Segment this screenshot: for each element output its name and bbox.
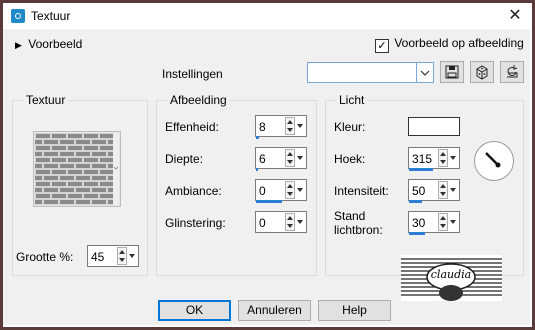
ambiance-level-bar xyxy=(256,200,282,203)
depth-spinner[interactable]: 6 xyxy=(255,147,307,169)
angle-spinner[interactable]: 315 xyxy=(408,147,460,169)
reset-icon xyxy=(507,65,518,78)
up-down-arrows-icon[interactable] xyxy=(285,181,295,199)
floppy-disk-icon xyxy=(445,65,459,79)
chevron-down-icon[interactable] xyxy=(128,247,137,265)
light-position-spinner[interactable]: 30 xyxy=(408,211,460,233)
reset-preset-button[interactable] xyxy=(500,61,524,83)
depth-level-bar xyxy=(256,168,258,171)
window-title: Textuur xyxy=(31,9,71,23)
angle-dial[interactable] xyxy=(474,141,514,181)
texture-thumbnail[interactable] xyxy=(33,131,121,207)
light-group: Licht Kleur: Hoek: 315 Intensiteit: 50 S… xyxy=(325,93,524,276)
intensity-spinner[interactable]: 50 xyxy=(408,179,460,201)
close-icon[interactable]: ✕ xyxy=(504,6,526,26)
angle-value: 315 xyxy=(412,152,433,166)
image-group: Afbeelding Effenheid: 8 Diepte: 6 Ambian… xyxy=(156,93,317,276)
chevron-down-icon xyxy=(416,63,433,82)
preview-toggle[interactable]: ▶ Voorbeeld xyxy=(15,37,82,51)
triangle-right-icon: ▶ xyxy=(15,40,22,50)
help-button[interactable]: Help xyxy=(318,300,391,321)
up-down-arrows-icon[interactable] xyxy=(285,149,295,167)
watermark-logo: claudia xyxy=(401,255,502,301)
chevron-down-icon[interactable] xyxy=(296,213,305,231)
texture-group-title: Textuur xyxy=(23,93,69,107)
title-bar: Textuur ✕ xyxy=(3,3,530,29)
size-spinner[interactable]: 45 xyxy=(87,245,139,267)
settings-label: Instellingen xyxy=(162,67,223,81)
up-down-arrows-icon[interactable] xyxy=(438,149,448,167)
up-down-arrows-icon[interactable] xyxy=(438,181,448,199)
size-label: Grootte %: xyxy=(16,250,74,264)
cancel-button[interactable]: Annuleren xyxy=(238,300,311,321)
chevron-down-icon[interactable] xyxy=(296,117,305,135)
chevron-down-icon[interactable] xyxy=(449,149,458,167)
chevron-down-icon[interactable] xyxy=(449,181,458,199)
light-color-swatch[interactable] xyxy=(408,117,460,136)
chevron-down-icon[interactable] xyxy=(296,149,305,167)
chevron-down-icon[interactable] xyxy=(296,181,305,199)
smoothness-label: Effenheid: xyxy=(165,120,219,134)
dice-icon xyxy=(476,65,488,80)
intensity-level-bar xyxy=(409,200,422,203)
up-down-arrows-icon[interactable] xyxy=(285,213,295,231)
chevron-down-icon[interactable] xyxy=(449,213,458,231)
texture-group: Textuur Grootte %: 45 xyxy=(12,93,148,276)
depth-value: 6 xyxy=(259,152,266,166)
save-preset-button[interactable] xyxy=(440,61,464,83)
dial-needle-icon xyxy=(485,152,501,168)
brick-texture-preview xyxy=(35,133,119,205)
preview-on-image-label: Voorbeeld op afbeelding xyxy=(394,36,524,50)
intensity-label: Intensiteit: xyxy=(334,184,389,198)
depth-label: Diepte: xyxy=(165,152,204,166)
settings-dropdown[interactable] xyxy=(307,62,434,83)
random-preset-button[interactable] xyxy=(470,61,494,83)
intensity-value: 50 xyxy=(412,184,426,198)
preview-toggle-label: Voorbeeld xyxy=(28,37,83,51)
dialog-window: Textuur ✕ ▶ Voorbeeld ✓ Voorbeeld op afb… xyxy=(3,3,530,325)
glare-value: 0 xyxy=(259,216,266,230)
smoothness-spinner[interactable]: 8 xyxy=(255,115,307,137)
image-group-title: Afbeelding xyxy=(167,93,230,107)
angle-level-bar xyxy=(409,168,433,171)
angle-label: Hoek: xyxy=(334,152,366,166)
up-down-arrows-icon[interactable] xyxy=(438,213,448,231)
light-position-level-bar xyxy=(409,232,425,235)
camera-icon xyxy=(11,9,25,23)
ambiance-label: Ambiance: xyxy=(165,184,222,198)
checkbox-checked-icon: ✓ xyxy=(375,39,389,53)
up-down-arrows-icon[interactable] xyxy=(117,247,127,265)
color-label: Kleur: xyxy=(334,120,366,134)
ambiance-spinner[interactable]: 0 xyxy=(255,179,307,201)
ambiance-value: 0 xyxy=(259,184,266,198)
glare-spinner[interactable]: 0 xyxy=(255,211,307,233)
glare-label: Glinstering: xyxy=(165,216,226,230)
light-position-label: Stand lichtbron: xyxy=(334,209,383,237)
light-group-title: Licht xyxy=(336,93,368,107)
size-value: 45 xyxy=(91,250,105,264)
light-position-value: 30 xyxy=(412,216,426,230)
smoothness-level-bar xyxy=(256,136,259,139)
preview-on-image-checkbox[interactable]: ✓ Voorbeeld op afbeelding xyxy=(375,36,524,53)
ok-button[interactable]: OK xyxy=(158,300,231,321)
smoothness-value: 8 xyxy=(259,120,266,134)
up-down-arrows-icon[interactable] xyxy=(285,117,295,135)
watermark-text: claudia xyxy=(430,268,472,281)
